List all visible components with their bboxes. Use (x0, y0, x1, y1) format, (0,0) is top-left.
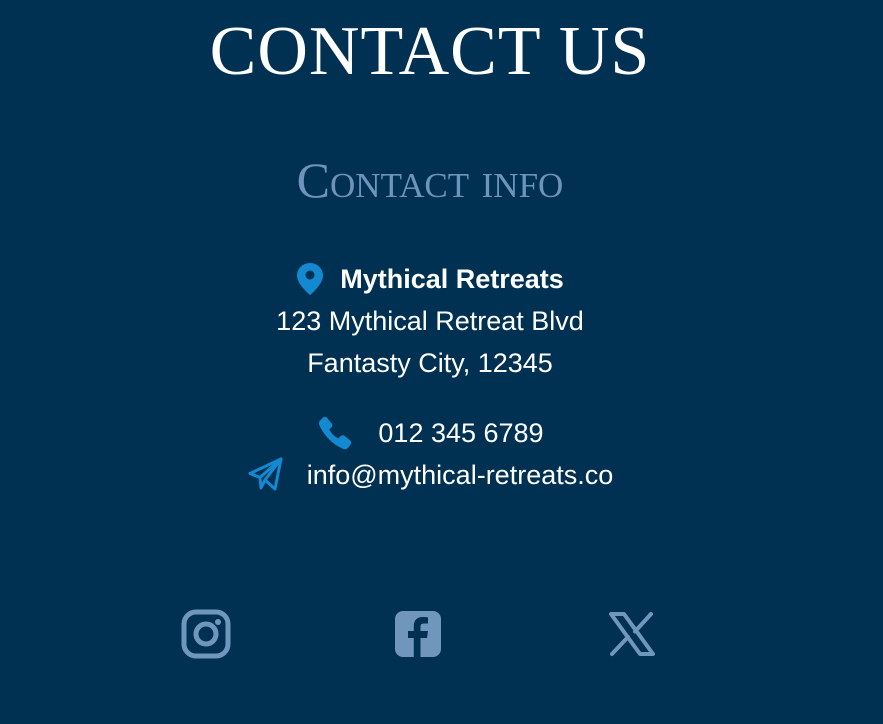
phone-number: 012 345 6789 (378, 417, 544, 448)
social-links (0, 608, 883, 660)
phone-row[interactable]: 012 345 6789 (0, 412, 860, 454)
page-title: CONTACT US (209, 13, 651, 90)
contact-info-heading: Contact info (296, 152, 564, 208)
paper-plane-icon (247, 456, 285, 494)
instagram-icon (180, 609, 232, 664)
business-name-row: Mythical Retreats (0, 258, 860, 300)
x-link[interactable] (606, 608, 658, 660)
email-row[interactable]: info@mythical-retreats.co (0, 454, 860, 496)
facebook-icon (392, 611, 444, 664)
contact-page: CONTACT US Contact info Mythical Retreat… (0, 0, 883, 724)
phone-icon (316, 414, 354, 452)
facebook-link[interactable] (392, 608, 444, 660)
address-line-1: 123 Mythical Retreat Blvd (276, 306, 584, 336)
email-address: info@mythical-retreats.co (306, 459, 614, 490)
x-icon (606, 612, 658, 664)
instagram-link[interactable] (180, 608, 232, 660)
business-name: Mythical Retreats (340, 263, 564, 294)
address-line-2: Fantasty City, 12345 (307, 348, 553, 378)
map-pin-icon (296, 262, 324, 296)
address-block: Mythical Retreats 123 Mythical Retreat B… (0, 258, 860, 384)
